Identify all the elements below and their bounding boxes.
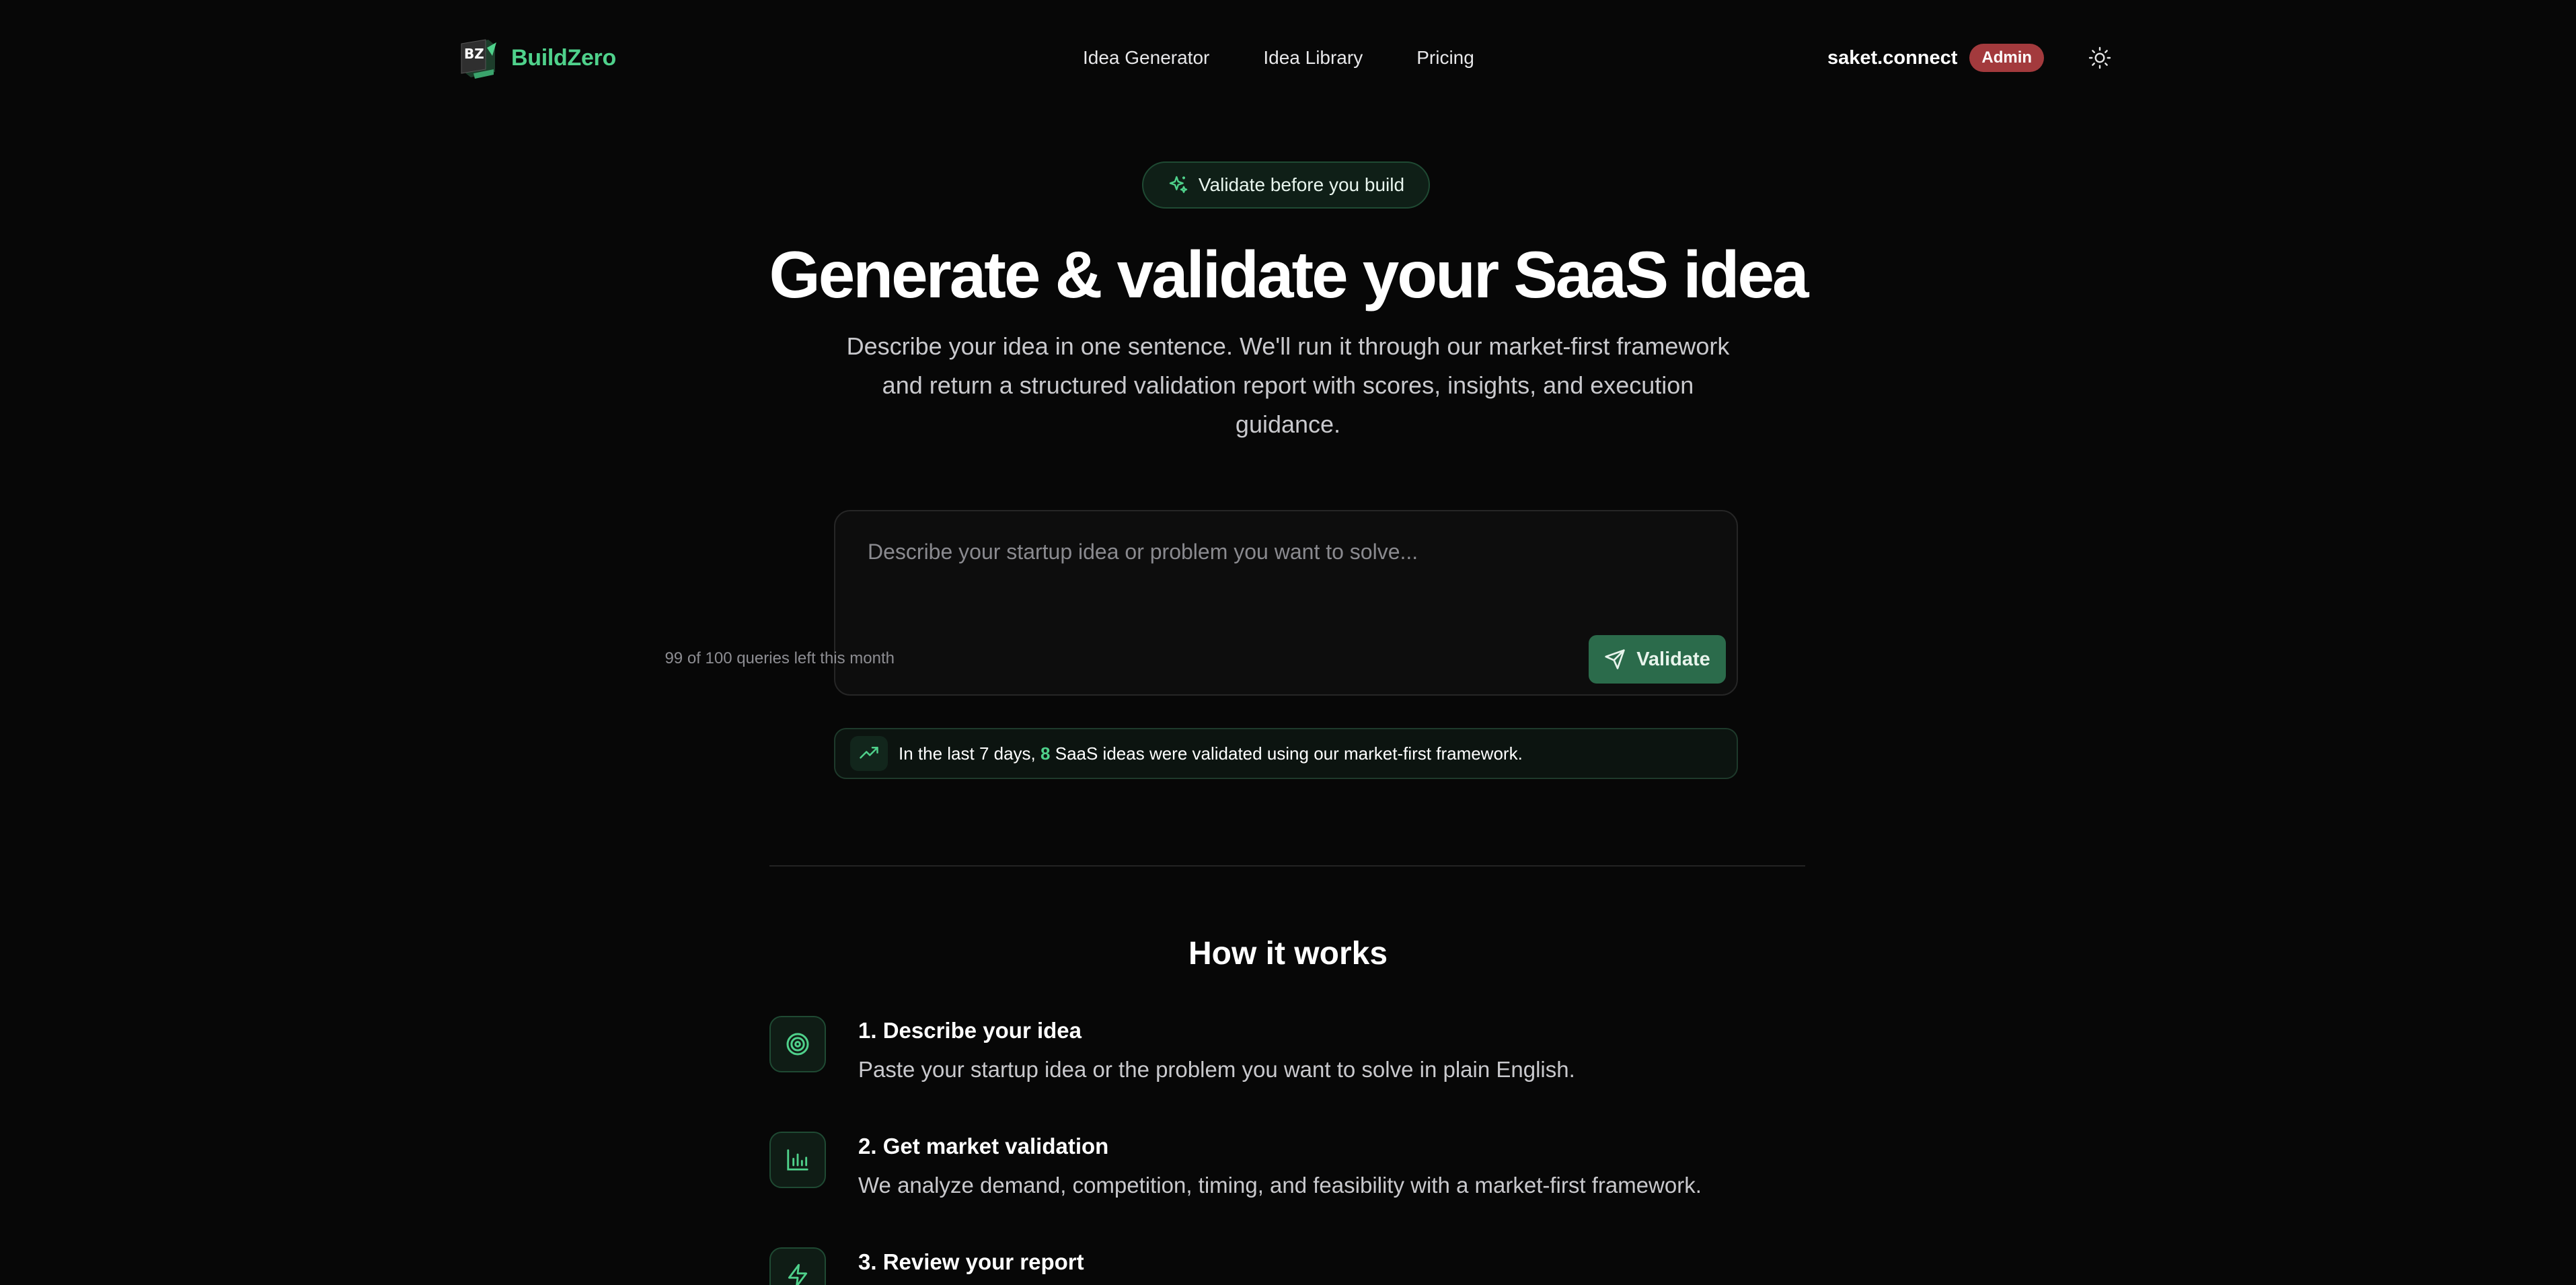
- hero-pill-label: Validate before you build: [1198, 174, 1405, 195]
- bar-chart-icon: [769, 1132, 826, 1188]
- how-step-2: 2. Get market validation We analyze dema…: [769, 1132, 1846, 1212]
- username: saket.connect: [1827, 46, 1958, 69]
- section-divider: [769, 865, 1805, 867]
- validate-button[interactable]: Validate: [1589, 635, 1726, 684]
- how-step-1: 1. Describe your idea Paste your startup…: [769, 1016, 1846, 1097]
- step-description: We analyze demand, competition, timing, …: [858, 1173, 1702, 1198]
- brand-name: BuildZero: [511, 44, 616, 71]
- validation-stat-text: In the last 7 days, 8 SaaS ideas were va…: [899, 743, 1523, 764]
- nav-pricing[interactable]: Pricing: [1416, 47, 1474, 69]
- page-title: Generate & validate your SaaS idea: [769, 237, 1809, 311]
- validation-count: 8: [1040, 743, 1051, 764]
- theme-toggle-button[interactable]: [2084, 42, 2116, 74]
- target-icon: [769, 1016, 826, 1072]
- main-nav: Idea Generator Idea Library Pricing: [1083, 42, 1474, 74]
- brand-logo-link[interactable]: BZ BuildZero: [457, 34, 616, 82]
- step-title: 2. Get market validation: [858, 1134, 1109, 1159]
- nav-idea-generator[interactable]: Idea Generator: [1083, 47, 1209, 69]
- svg-text:BZ: BZ: [464, 46, 484, 62]
- step-title: 1. Describe your idea: [858, 1018, 1082, 1043]
- user-menu[interactable]: saket.connect Admin: [1827, 42, 2045, 74]
- step-title: 3. Review your report: [858, 1249, 1084, 1274]
- validate-button-label: Validate: [1636, 648, 1710, 670]
- site-header: BZ BuildZero Idea Generator Idea Library…: [0, 0, 2576, 116]
- validation-stat-bar: In the last 7 days, 8 SaaS ideas were va…: [834, 728, 1738, 779]
- how-it-works-title: How it works: [1188, 936, 1388, 971]
- zap-icon: [769, 1247, 826, 1285]
- page-subtitle: Describe your idea in one sentence. We'l…: [846, 332, 1730, 438]
- nav-idea-library[interactable]: Idea Library: [1263, 47, 1363, 69]
- idea-input[interactable]: [868, 537, 1702, 611]
- sparkles-icon: [1169, 176, 1188, 193]
- sun-icon: [2088, 46, 2111, 69]
- brand-logo-icon: BZ: [461, 39, 496, 79]
- send-icon: [1605, 649, 1625, 669]
- trending-up-icon: [850, 736, 888, 771]
- query-quota-text: 99 of 100 queries left this month: [665, 649, 895, 667]
- hero-pill: Validate before you build: [1142, 161, 1430, 209]
- step-description: Paste your startup idea or the problem y…: [858, 1057, 1575, 1082]
- how-step-3: 3. Review your report: [769, 1247, 1846, 1285]
- role-badge: Admin: [1969, 44, 2045, 72]
